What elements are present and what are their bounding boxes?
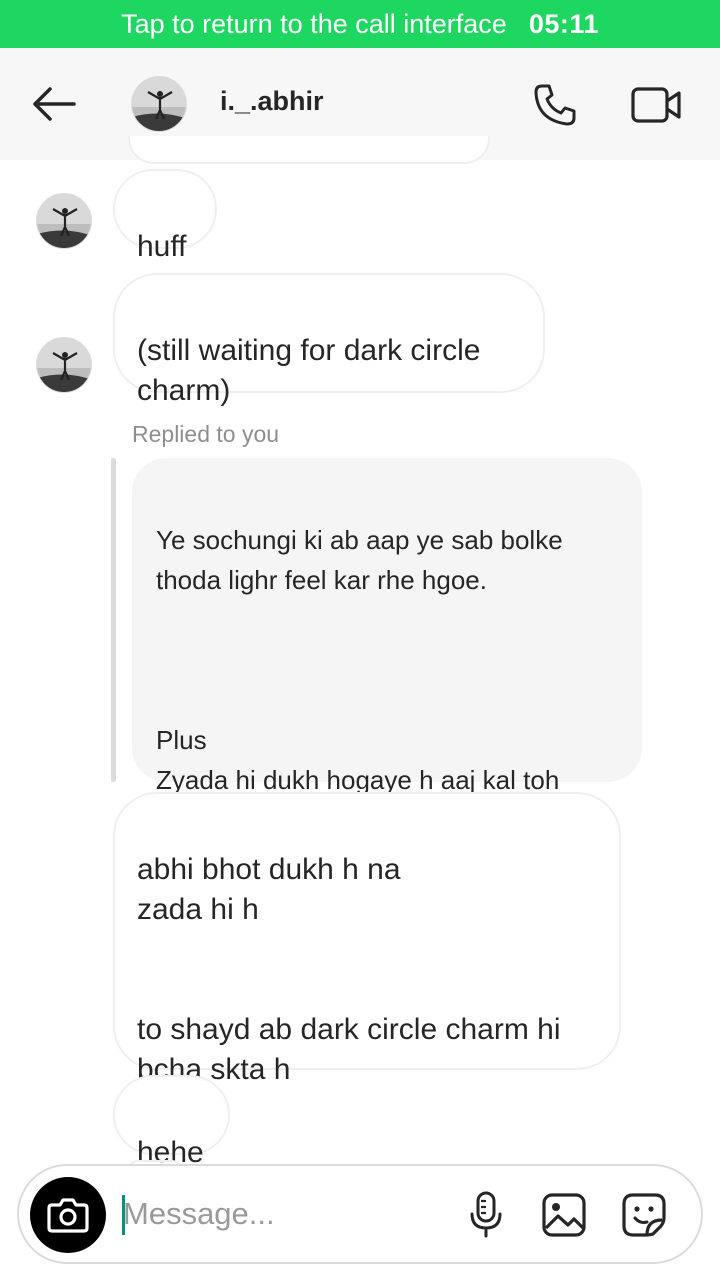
previous-message-bubble [128, 136, 490, 164]
message-text: (still waiting for dark circle charm) [137, 334, 481, 407]
sticker-icon [622, 1193, 666, 1237]
call-timer: 05:11 [528, 8, 599, 39]
phone-icon [534, 84, 576, 126]
call-banner-text: Tap to return to the call interface [121, 8, 507, 39]
message-bubble[interactable]: huff [113, 169, 217, 263]
message-input[interactable] [123, 1190, 453, 1238]
profile-photo [37, 194, 91, 248]
reply-indicator-bar [111, 458, 116, 782]
avatar[interactable] [36, 337, 92, 393]
gallery-button[interactable] [539, 1190, 589, 1240]
message-bubble[interactable]: abhi bhot dukh h na zada hi h to shayd a… [113, 792, 621, 1086]
sticker-button[interactable] [619, 1190, 669, 1240]
message-composer [17, 1164, 703, 1264]
quoted-message[interactable]: Ye sochungi ki ab aap ye sab bolke thoda… [132, 458, 642, 795]
reply-label: Replied to you [132, 421, 280, 447]
message-bubble[interactable]: (still waiting for dark circle charm) [113, 273, 545, 407]
avatar[interactable] [36, 193, 92, 249]
message-text: huff [137, 230, 187, 263]
quoted-message-text: Ye sochungi ki ab aap ye sab bolke thoda… [156, 525, 563, 795]
message-bubble[interactable]: hehe [113, 1075, 230, 1169]
profile-photo [37, 338, 91, 392]
camera-icon [47, 1198, 89, 1233]
voice-message-button[interactable] [464, 1188, 508, 1242]
message-text: abhi bhot dukh h na zada hi h to shayd a… [137, 853, 561, 1086]
camera-button[interactable] [30, 1177, 106, 1253]
back-button[interactable] [28, 78, 80, 130]
chat-username[interactable]: i._.abhir [220, 86, 324, 117]
gallery-icon [542, 1193, 586, 1237]
video-call-button[interactable] [628, 78, 686, 132]
back-arrow-icon [33, 87, 76, 121]
avatar[interactable] [131, 76, 187, 132]
profile-photo [132, 77, 186, 131]
voice-call-button[interactable] [528, 78, 582, 132]
microphone-icon [470, 1191, 502, 1238]
return-to-call-banner[interactable]: Tap to return to the call interface 05:1… [0, 0, 720, 48]
video-camera-icon [631, 87, 681, 123]
